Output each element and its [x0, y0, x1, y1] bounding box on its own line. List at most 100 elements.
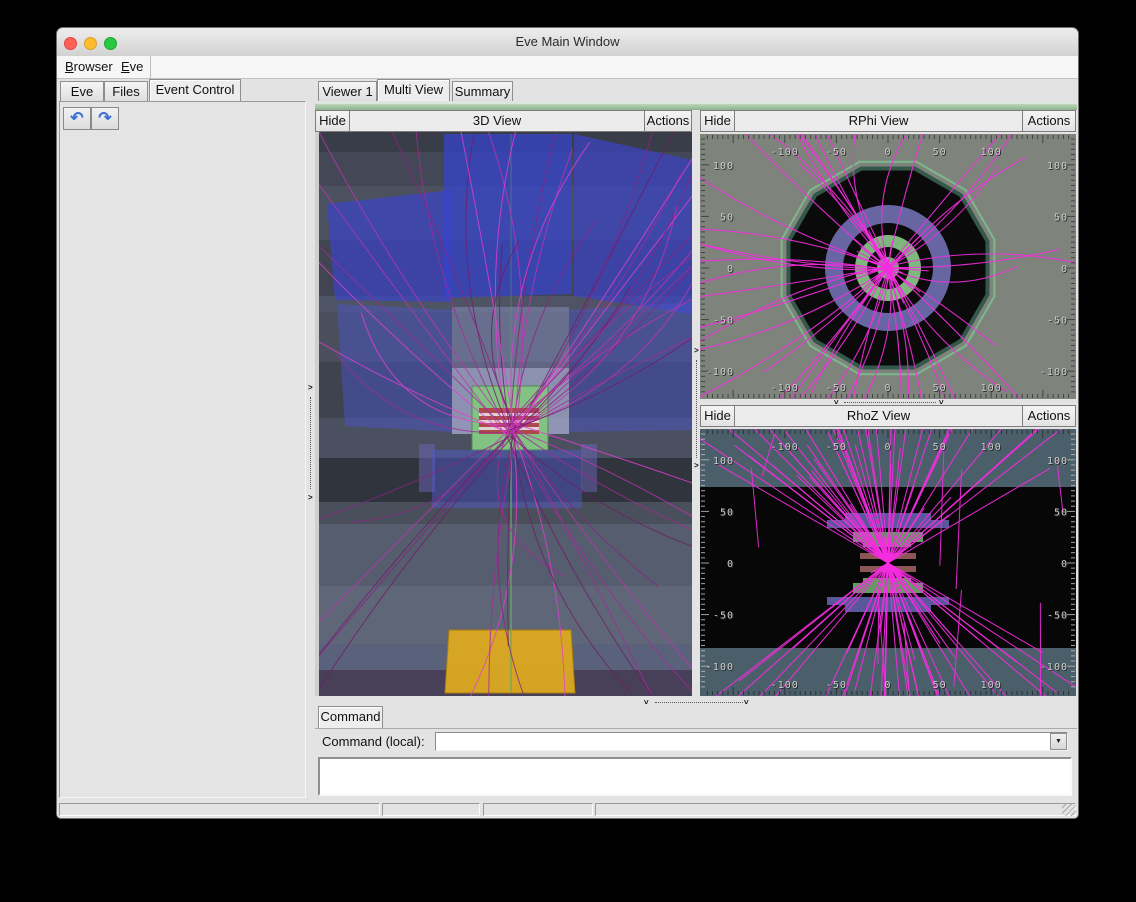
window-title: Eve Main Window	[57, 28, 1078, 56]
svg-text:100: 100	[1047, 456, 1068, 467]
svg-text:-100: -100	[706, 662, 734, 673]
collapse-arrow-icon[interactable]: >	[831, 400, 839, 405]
svg-text:-100: -100	[1040, 367, 1068, 378]
redo-icon: ↷	[98, 110, 111, 127]
rphi-viewport[interactable]: -100 -100 -100 -100 100 100 100 100 -50 -50 -50 -50…	[700, 134, 1076, 399]
svg-text:-100: -100	[771, 680, 799, 691]
menu-bar: Browser Eve	[57, 56, 1078, 79]
svg-text:100: 100	[981, 383, 1002, 394]
actions-button-rhoz[interactable]: Actions	[1022, 406, 1075, 426]
event-control-panel: ↶ ↷	[59, 101, 306, 798]
svg-text:100: 100	[1047, 161, 1068, 172]
resize-grip[interactable]	[1062, 803, 1076, 816]
collapse-arrow-icon[interactable]: >	[694, 347, 699, 355]
tab-summary[interactable]: Summary	[452, 81, 513, 101]
previous-event-button[interactable]: ↶	[63, 107, 91, 130]
svg-text:50: 50	[933, 383, 947, 394]
status-section	[483, 803, 593, 816]
collapse-arrow-icon[interactable]: >	[936, 400, 944, 405]
next-event-button[interactable]: ↷	[91, 107, 119, 130]
command-combobox: ▼	[435, 732, 1068, 751]
svg-text:-50: -50	[1047, 611, 1068, 622]
svg-text:-100: -100	[771, 442, 799, 453]
collapse-arrow-icon[interactable]: >	[694, 462, 699, 470]
svg-text:-50: -50	[713, 611, 734, 622]
svg-text:100: 100	[713, 161, 734, 172]
svg-text:-50: -50	[826, 442, 847, 453]
svg-text:50: 50	[1054, 507, 1068, 518]
undo-icon: ↶	[70, 110, 83, 127]
actions-button-rphi[interactable]: Actions	[1022, 111, 1075, 131]
svg-text:-50: -50	[1047, 316, 1068, 327]
command-prompt-label: Command (local):	[322, 734, 425, 749]
svg-text:50: 50	[1054, 212, 1068, 223]
svg-text:0: 0	[884, 680, 891, 691]
svg-text:0: 0	[727, 264, 734, 275]
view-title-rphi: RPhi View	[735, 111, 1022, 131]
tab-viewer-1[interactable]: Viewer 1	[318, 81, 377, 101]
svg-text:-50: -50	[713, 316, 734, 327]
collapse-arrow-icon[interactable]: >	[308, 384, 313, 392]
tab-multi-view[interactable]: Multi View	[377, 79, 450, 101]
command-output-textarea[interactable]	[318, 757, 1072, 796]
svg-text:-100: -100	[706, 367, 734, 378]
svg-text:-100: -100	[771, 383, 799, 394]
svg-text:0: 0	[727, 559, 734, 570]
svg-text:50: 50	[933, 680, 947, 691]
view-title-rhoz: RhoZ View	[735, 406, 1022, 426]
tab-files[interactable]: Files	[104, 81, 148, 101]
title-bar: Eve Main Window	[57, 28, 1078, 57]
hide-button-rphi[interactable]: Hide	[701, 111, 735, 131]
svg-text:0: 0	[884, 147, 891, 158]
center-splitter[interactable]: > >	[693, 110, 700, 696]
svg-text:100: 100	[981, 442, 1002, 453]
status-section	[595, 803, 1076, 816]
splitter-dots	[844, 402, 936, 404]
svg-text:0: 0	[1061, 264, 1068, 275]
status-section	[382, 803, 480, 816]
status-section	[59, 803, 380, 816]
actions-button-3d[interactable]: Actions	[644, 111, 691, 131]
command-input[interactable]	[437, 734, 1051, 749]
eve-main-window: Eve Main Window Browser Eve Eve Files Ev…	[57, 28, 1078, 818]
svg-text:50: 50	[720, 212, 734, 223]
view-header-rphi: Hide RPhi View Actions	[700, 110, 1076, 132]
svg-text:-100: -100	[1040, 662, 1068, 673]
view-header-rhoz: Hide RhoZ View Actions	[700, 405, 1076, 427]
hide-button-3d[interactable]: Hide	[316, 111, 350, 131]
svg-text:-100: -100	[771, 147, 799, 158]
command-dropdown-button[interactable]: ▼	[1050, 733, 1067, 750]
menu-item-browser[interactable]: Browser	[61, 56, 117, 78]
svg-text:50: 50	[933, 442, 947, 453]
tab-command[interactable]: Command	[318, 706, 383, 728]
menu-divider	[150, 56, 151, 78]
desktop-background: Eve Main Window Browser Eve Eve Files Ev…	[0, 0, 1136, 902]
splitter-dots	[655, 702, 743, 704]
left-splitter[interactable]: > >	[307, 101, 314, 798]
svg-text:-50: -50	[826, 383, 847, 394]
bottom-splitter[interactable]: > >	[315, 698, 1077, 706]
rhoz-viewport[interactable]: -100-100-100-100100100100100-50-50-50-50…	[700, 429, 1076, 696]
svg-text:0: 0	[884, 442, 891, 453]
splitter-dots	[310, 397, 312, 489]
svg-text:-50: -50	[826, 147, 847, 158]
view-title-3d: 3D View	[350, 111, 644, 131]
tab-eve[interactable]: Eve	[60, 81, 104, 101]
multiview-frame-accent	[315, 103, 1077, 110]
view-header-3d: Hide 3D View Actions	[315, 110, 692, 132]
svg-text:50: 50	[933, 147, 947, 158]
splitter-dots	[696, 360, 698, 458]
collapse-arrow-icon[interactable]: >	[641, 700, 649, 705]
svg-text:100: 100	[981, 147, 1002, 158]
collapse-arrow-icon[interactable]: >	[741, 700, 749, 705]
collapse-arrow-icon[interactable]: >	[308, 494, 313, 502]
svg-text:100: 100	[713, 456, 734, 467]
3d-viewport[interactable]	[315, 132, 692, 696]
chevron-down-icon: ▼	[1055, 738, 1062, 745]
svg-text:50: 50	[720, 507, 734, 518]
svg-text:0: 0	[1061, 559, 1068, 570]
hide-button-rhoz[interactable]: Hide	[701, 406, 735, 426]
tab-event-control[interactable]: Event Control	[149, 79, 241, 101]
menu-item-eve[interactable]: Eve	[117, 56, 147, 78]
svg-text:100: 100	[981, 680, 1002, 691]
